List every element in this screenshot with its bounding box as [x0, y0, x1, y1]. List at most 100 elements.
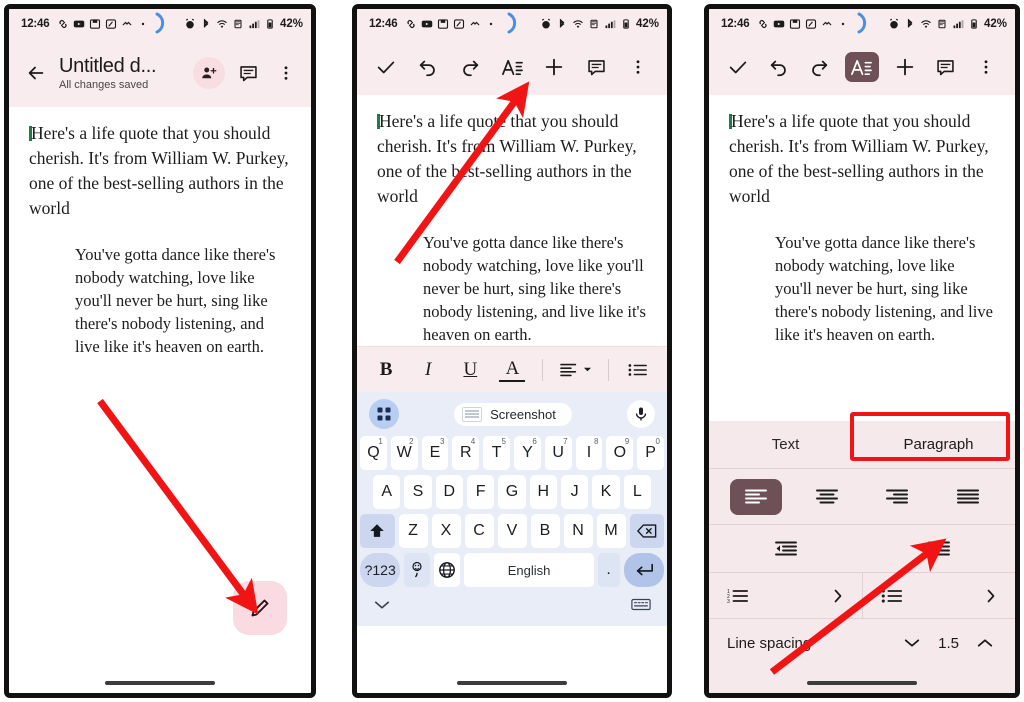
bullet-list-row[interactable] — [863, 573, 1016, 618]
tab-text[interactable]: Text — [709, 421, 862, 468]
comment-button[interactable] — [233, 58, 263, 88]
line-spacing-decrease-button[interactable] — [900, 631, 924, 655]
keyboard-icon — [823, 21, 832, 26]
align-justify-button[interactable] — [942, 479, 994, 515]
document-body-1[interactable]: Here's a life quote that you should cher… — [9, 107, 311, 358]
increase-indent-button[interactable] — [862, 540, 1015, 558]
numbers-key[interactable]: ?123 — [360, 553, 401, 587]
text-color-button[interactable]: A — [499, 358, 526, 382]
key-a[interactable]: A — [373, 475, 401, 509]
key-n[interactable]: N — [563, 514, 593, 548]
back-button[interactable] — [19, 56, 53, 90]
comment-button[interactable] — [581, 52, 611, 82]
insert-button[interactable] — [539, 52, 569, 82]
key-q[interactable]: 1Q — [360, 436, 387, 470]
switch-keyboard-button[interactable] — [631, 598, 651, 616]
line-spacing-increase-button[interactable] — [973, 631, 997, 655]
redo-icon — [812, 60, 828, 77]
key-r[interactable]: 4R — [452, 436, 480, 470]
shift-key[interactable] — [360, 514, 395, 548]
key-o[interactable]: 9O — [606, 436, 634, 470]
document-titles[interactable]: Untitled d... All changes saved — [59, 55, 193, 91]
key-u[interactable]: 7U — [544, 436, 572, 470]
more-options-button[interactable] — [623, 52, 653, 82]
bold-button[interactable]: B — [373, 355, 399, 385]
key-e-label: E — [429, 444, 441, 461]
insert-button[interactable] — [890, 52, 920, 82]
undo-button[interactable] — [764, 52, 794, 82]
italic-button[interactable]: I — [415, 355, 441, 385]
space-key[interactable]: English — [464, 553, 594, 587]
key-y[interactable]: 6Y — [514, 436, 541, 470]
document-body-2[interactable]: Here's a life quote that you should cher… — [357, 95, 667, 346]
home-indicator-1 — [105, 681, 215, 685]
status-app-icons — [405, 18, 497, 30]
format-text-button[interactable] — [497, 52, 527, 82]
format-text-button-active[interactable] — [844, 52, 879, 82]
list-button[interactable] — [625, 355, 651, 385]
key-z[interactable]: Z — [398, 514, 428, 548]
emoji-comma-key[interactable] — [404, 553, 431, 587]
edit-fab-button[interactable] — [233, 581, 287, 635]
document-body-3[interactable]: Here's a life quote that you should cher… — [709, 95, 1015, 346]
more-options-button[interactable] — [271, 58, 301, 88]
backspace-icon — [636, 524, 657, 538]
key-j[interactable]: J — [560, 475, 589, 509]
key-v[interactable]: V — [497, 514, 527, 548]
language-key[interactable] — [434, 553, 461, 587]
underline-button[interactable]: U — [457, 355, 483, 385]
keyboard-row-1: 1Q 2W 3E 4R 5T 6Y 7U 8I 9O 0P — [357, 436, 667, 470]
key-m[interactable]: M — [596, 514, 626, 548]
clipboard-suggestion-chip[interactable]: Screenshot — [454, 402, 572, 426]
redo-button[interactable] — [455, 52, 485, 82]
bluetooth-icon — [559, 18, 565, 28]
battery-percent: 42% — [983, 18, 1007, 30]
align-left-button[interactable] — [730, 478, 783, 515]
key-c[interactable]: C — [464, 514, 494, 548]
key-g[interactable]: G — [498, 475, 526, 509]
more-options-button[interactable] — [971, 52, 1001, 82]
align-button[interactable] — [559, 355, 592, 385]
status-system-icons: 42% — [888, 18, 1007, 30]
key-x[interactable]: X — [431, 514, 461, 548]
youtube-icon — [74, 20, 85, 28]
key-s[interactable]: S — [404, 475, 432, 509]
backspace-key[interactable] — [629, 514, 664, 548]
align-center-button[interactable] — [801, 479, 853, 515]
key-b[interactable]: B — [530, 514, 560, 548]
keyboard-apps-button[interactable] — [369, 399, 399, 429]
numbered-list-row[interactable]: 1 2 3 — [709, 573, 862, 618]
app-icon — [806, 19, 817, 29]
align-right-button[interactable] — [871, 479, 923, 515]
comment-button[interactable] — [930, 52, 960, 82]
key-w-number: 2 — [409, 437, 414, 446]
key-t[interactable]: 5T — [483, 436, 510, 470]
share-button[interactable] — [193, 57, 225, 89]
key-f[interactable]: F — [467, 475, 495, 509]
key-p[interactable]: 0P — [637, 436, 664, 470]
key-h[interactable]: H — [529, 475, 557, 509]
redo-button[interactable] — [804, 52, 834, 82]
hide-keyboard-button[interactable] — [373, 598, 391, 616]
voice-input-button[interactable] — [626, 400, 655, 428]
done-check-button[interactable] — [723, 52, 753, 82]
grid-apps-icon — [377, 407, 391, 421]
insert-plus-icon — [545, 58, 563, 76]
document-paragraph-2: You've gotta dance like there's nobody w… — [75, 245, 276, 356]
paragraph-1-text: Here's a life quote that you should cher… — [377, 111, 637, 206]
key-l[interactable]: L — [623, 475, 651, 509]
key-k[interactable]: K — [592, 475, 620, 509]
done-check-button[interactable] — [371, 52, 401, 82]
undo-button[interactable] — [413, 52, 443, 82]
key-e[interactable]: 3E — [421, 436, 449, 470]
key-w[interactable]: 2W — [390, 436, 418, 470]
document-header: Untitled d... All changes saved — [9, 39, 311, 107]
decrease-indent-button[interactable] — [709, 540, 862, 558]
line-spacing-value: 1.5 — [938, 634, 959, 652]
period-key[interactable]: . — [597, 553, 620, 587]
keyboard-row-4: ?123 English . — [357, 553, 667, 587]
key-i-number: 8 — [593, 437, 599, 446]
key-i[interactable]: 8I — [575, 436, 603, 470]
enter-key[interactable] — [623, 553, 665, 587]
key-d[interactable]: D — [435, 475, 463, 509]
